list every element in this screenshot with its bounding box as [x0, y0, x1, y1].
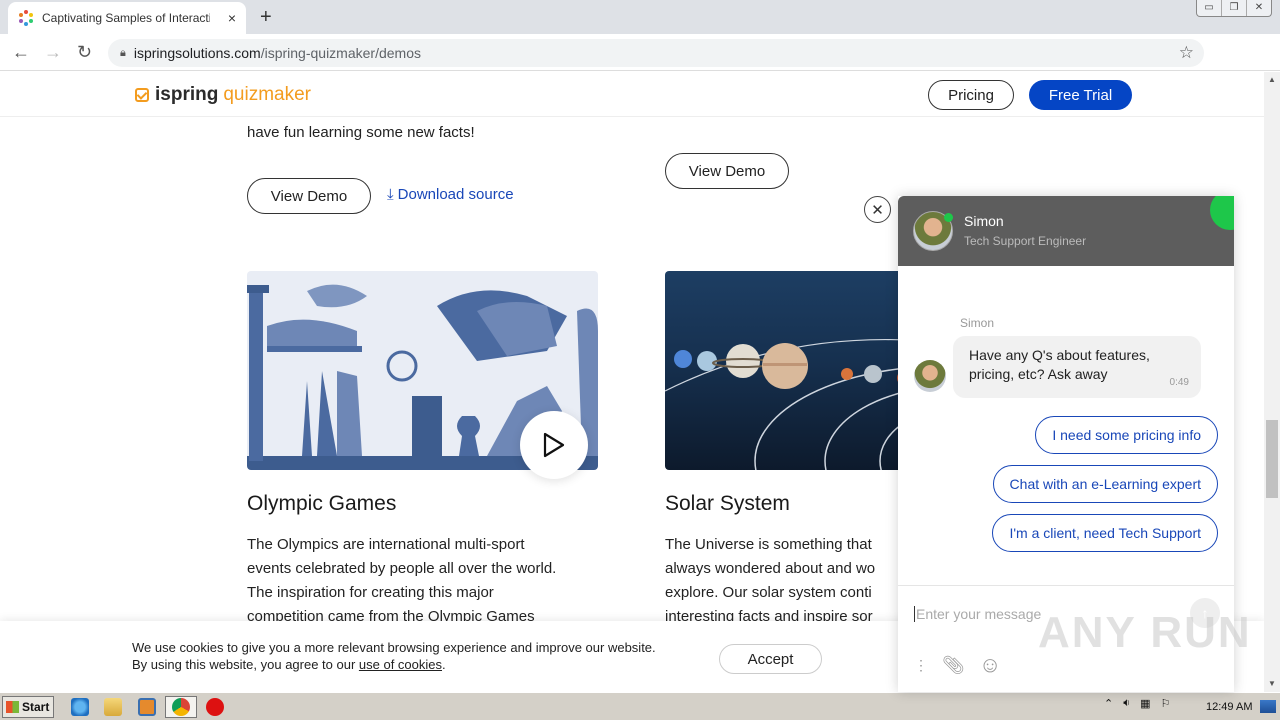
- quick-reply-tech-support[interactable]: I'm a client, need Tech Support: [992, 514, 1218, 552]
- page-scrollbar[interactable]: ▲ ▼: [1264, 72, 1280, 692]
- tab-close-icon[interactable]: ×: [228, 10, 236, 26]
- message-input[interactable]: Enter your message: [914, 606, 1041, 622]
- more-options-icon[interactable]: ⋮: [914, 657, 928, 674]
- card-description-olympic: The Olympics are international multi-spo…: [247, 533, 617, 629]
- scroll-thumb[interactable]: [1266, 420, 1278, 498]
- windows-logo-icon: [6, 701, 19, 713]
- chat-close-button[interactable]: ✕: [864, 196, 891, 223]
- screen: Captivating Samples of Interactive Quizz…: [0, 0, 1280, 720]
- url-text: ispringsolutions.com/ispring-quizmaker/d…: [134, 45, 421, 61]
- online-status-dot: [944, 213, 953, 222]
- cookie-line-1: We use cookies to give you a more releva…: [132, 640, 656, 655]
- cookie-line-2: By using this website, you agree to our …: [132, 656, 656, 673]
- tab-title: Captivating Samples of Interactive Quizz…: [42, 11, 210, 25]
- message-avatar: [914, 360, 946, 392]
- system-tray: ⌃ 🔉︎ ▦ ⚐: [1104, 697, 1170, 710]
- start-button[interactable]: Start: [2, 696, 54, 718]
- url-path: /ispring-quizmaker/demos: [260, 45, 421, 61]
- chrome-icon: [172, 698, 190, 716]
- cookie-policy-link[interactable]: use of cookies: [359, 657, 442, 672]
- windows-taskbar: Start ⌃ 🔉︎ ▦ ⚐ 12:49 AM: [0, 692, 1280, 720]
- desc-line: events celebrated by people all over the…: [247, 560, 557, 577]
- internet-explorer-icon[interactable]: [71, 698, 89, 716]
- download-source-label: Download source: [397, 186, 514, 203]
- previous-card-description: have fun learning some new facts!: [247, 124, 475, 141]
- desc-line: explore. Our solar system conti: [665, 584, 872, 601]
- quick-reply-expert[interactable]: Chat with an e-Learning expert: [992, 465, 1218, 503]
- cookie-line-2-prefix: By using this website, you agree to our: [132, 657, 359, 672]
- checkbox-logo-icon: [135, 88, 149, 102]
- planets-illustration: [665, 339, 925, 470]
- cookie-text: We use cookies to give you a more releva…: [132, 639, 656, 673]
- agent-role: Tech Support Engineer: [964, 234, 1087, 248]
- forward-arrow-icon[interactable]: →: [44, 42, 62, 63]
- download-source-link[interactable]: ⤓ Download source: [387, 186, 514, 203]
- download-icon: ⤓: [387, 186, 394, 203]
- view-demo-button-2[interactable]: View Demo: [665, 153, 789, 189]
- browser-tab[interactable]: Captivating Samples of Interactive Quizz…: [8, 2, 246, 34]
- lock-icon: 🔒︎: [120, 46, 126, 59]
- card-description-solar: The Universe is something that always wo…: [665, 533, 900, 629]
- status-leaf-decoration: [1210, 196, 1234, 230]
- clock[interactable]: 12:49 AM: [1206, 701, 1252, 713]
- start-label: Start: [22, 700, 50, 714]
- new-tab-button[interactable]: +: [260, 6, 272, 29]
- cookie-line-2-suffix: .: [442, 657, 446, 672]
- logo-text-quizmaker: quizmaker: [223, 84, 311, 105]
- show-desktop-button[interactable]: [1260, 700, 1276, 713]
- close-icon: ✕: [871, 201, 884, 219]
- file-explorer-icon[interactable]: [104, 698, 122, 716]
- action-center-flag-icon[interactable]: ⚐: [1161, 697, 1171, 710]
- close-window-button[interactable]: ✕: [1247, 0, 1271, 16]
- card-title-olympic: Olympic Games: [247, 492, 397, 515]
- opera-icon[interactable]: [206, 698, 224, 716]
- attachment-icon[interactable]: 📎︎: [942, 655, 965, 676]
- restore-button[interactable]: ❐: [1222, 0, 1247, 16]
- reload-icon[interactable]: ↻: [77, 42, 92, 63]
- media-player-icon[interactable]: [138, 698, 156, 716]
- volume-icon[interactable]: 🔉︎: [1123, 697, 1130, 710]
- emoji-icon[interactable]: ☺: [979, 652, 1001, 678]
- desc-line: The Olympics are international multi-spo…: [247, 536, 525, 553]
- card-title-solar: Solar System: [665, 492, 790, 515]
- scroll-up-arrow-icon[interactable]: ▲: [1264, 72, 1280, 88]
- address-bar[interactable]: 🔒︎ ispringsolutions.com/ispring-quizmake…: [108, 39, 1204, 67]
- chat-message: Have any Q's about features, pricing, et…: [953, 336, 1201, 398]
- play-video-button[interactable]: [520, 411, 588, 479]
- quick-reply-pricing[interactable]: I need some pricing info: [1035, 416, 1218, 454]
- play-icon: [543, 432, 565, 458]
- accept-cookies-button[interactable]: Accept: [719, 644, 822, 674]
- desc-line: always wondered about and wo: [665, 560, 876, 577]
- agent-name: Simon: [964, 213, 1004, 229]
- chrome-taskbar-button[interactable]: [165, 696, 197, 718]
- scroll-down-arrow-icon[interactable]: ▼: [1264, 676, 1280, 692]
- message-sender: Simon: [960, 316, 995, 330]
- desc-line: The inspiration for creating this major: [247, 584, 494, 601]
- pricing-button[interactable]: Pricing: [928, 80, 1014, 110]
- logo-text-ispring: ispring: [155, 84, 219, 105]
- minimize-button[interactable]: ▭: [1197, 0, 1222, 16]
- solar-system-thumbnail[interactable]: [665, 271, 925, 470]
- bookmark-star-icon[interactable]: ☆: [1179, 43, 1194, 63]
- show-hidden-icons-icon[interactable]: ⌃: [1104, 697, 1113, 710]
- view-demo-button[interactable]: View Demo: [247, 178, 371, 214]
- message-text: Have any Q's about features, pricing, et…: [969, 347, 1150, 382]
- anyrun-watermark: ANY RUN: [1038, 608, 1252, 657]
- url-domain: ispringsolutions.com: [133, 45, 261, 61]
- site-header: ispring quizmaker Pricing Free Trial: [0, 72, 1264, 117]
- window-controls: ▭ ❐ ✕: [1196, 0, 1272, 17]
- desc-line: The Universe is something that: [665, 536, 872, 553]
- network-icon[interactable]: ▦: [1140, 697, 1150, 710]
- browser-toolbar: ← → ↻ 🔒︎ ispringsolutions.com/ispring-qu…: [0, 34, 1280, 96]
- browser-tab-bar: Captivating Samples of Interactive Quizz…: [0, 0, 1280, 34]
- site-logo[interactable]: ispring quizmaker: [135, 84, 311, 106]
- free-trial-button[interactable]: Free Trial: [1029, 80, 1132, 110]
- chat-tools: ⋮ 📎︎ ☺: [914, 652, 1001, 678]
- ispring-favicon-icon: [18, 10, 34, 26]
- chat-header: Simon Tech Support Engineer: [898, 196, 1234, 266]
- back-arrow-icon[interactable]: ←: [12, 42, 30, 63]
- message-time: 0:49: [1169, 377, 1189, 388]
